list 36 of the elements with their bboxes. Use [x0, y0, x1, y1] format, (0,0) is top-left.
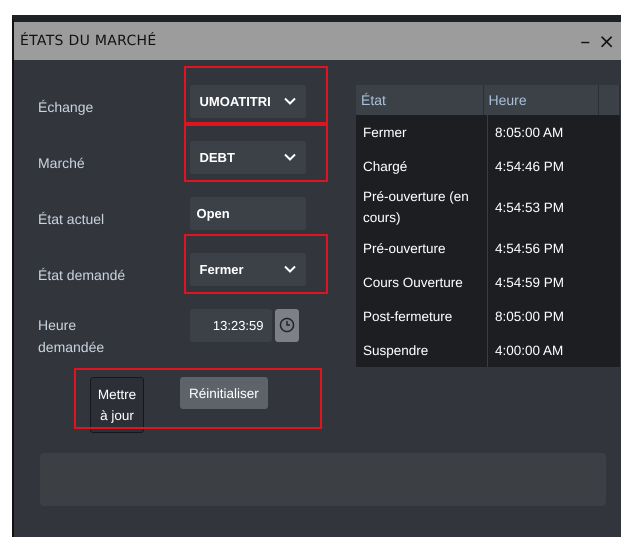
dropdown[interactable]: UMOATITRI — [190, 84, 306, 118]
clock-icon — [278, 317, 294, 333]
table-cell: Fermer — [356, 115, 488, 149]
table-cell-text: 4:54:56 PM — [494, 240, 566, 258]
table-cell-text: 8:05:00 PM — [494, 308, 566, 326]
table-cell: Chargé — [356, 149, 488, 183]
table-cell-text: 4:00:00 AM — [494, 342, 564, 360]
column-header: État — [356, 85, 484, 115]
table-cell-text: 4:54:53 PM — [494, 198, 566, 216]
table-cell-text: 4:54:46 PM — [494, 158, 566, 176]
table-cell: Pré-ouverture — [356, 231, 488, 265]
field-label: Échange — [38, 98, 94, 117]
update-button[interactable]: Mettre à jour — [90, 377, 144, 433]
clock-button[interactable] — [274, 308, 298, 342]
window-title: ÉTATS DU MARCHÉ — [20, 33, 157, 49]
chevron-down-icon — [284, 97, 296, 105]
text-field[interactable]: Open — [190, 196, 306, 230]
field-label: Marché — [38, 154, 86, 173]
table-cell-text: 4:54:59 PM — [494, 274, 566, 292]
time-field[interactable]: 13:23:59 — [190, 308, 272, 342]
reset-button[interactable]: Réinitialiser — [180, 377, 268, 409]
field-label: État actuel — [38, 210, 106, 229]
table-cell: Cours Ouverture — [356, 265, 488, 299]
table-cell-text: 8:05:00 AM — [494, 124, 564, 142]
chevron-down-icon — [284, 265, 296, 273]
close-button[interactable]: × — [596, 31, 617, 51]
table-cell: Post-fermeture — [356, 299, 488, 333]
field-label: Heure demandée — [38, 316, 106, 357]
table-cell: Suspendre — [356, 333, 488, 367]
minimize-button[interactable]: – — [578, 31, 592, 51]
dropdown[interactable]: DEBT — [190, 140, 306, 174]
dropdown[interactable]: Fermer — [190, 252, 306, 286]
chevron-down-icon — [284, 153, 296, 161]
field-label: État demandé — [38, 266, 126, 285]
table-cell: Pré-ouverture (en cours) — [356, 183, 488, 231]
column-header: Heure — [484, 85, 600, 115]
